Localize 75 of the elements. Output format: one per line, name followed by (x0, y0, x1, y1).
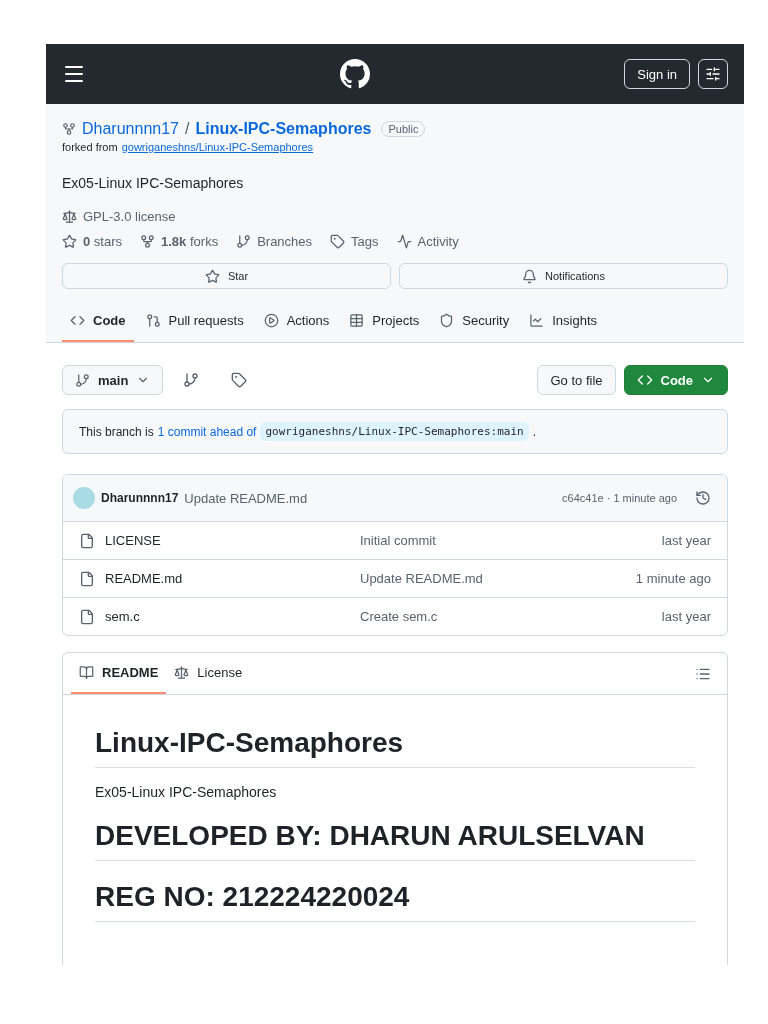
tag-icon (231, 372, 248, 388)
fork-icon (140, 234, 156, 249)
readme-paragraph: Ex05-Linux IPC-Semaphores (95, 784, 278, 800)
file-name-link[interactable]: README.md (105, 571, 183, 586)
repo-tab[interactable]: Projects (341, 303, 428, 342)
repo-tab[interactable]: Pull requests (137, 303, 252, 342)
path-separator: / (184, 120, 190, 138)
period-text: . (532, 424, 537, 439)
file-commit-time: last year (661, 609, 711, 624)
file-commit-message[interactable]: Update README.md (360, 571, 636, 586)
repo-tab[interactable]: Code (62, 303, 134, 342)
sliders-icon (705, 66, 721, 82)
notifications-button[interactable]: Notifications (399, 263, 728, 289)
repo-name-link[interactable]: Linux-IPC-Semaphores (195, 120, 372, 138)
repo-tab[interactable]: Security (431, 303, 518, 342)
shield-icon (439, 313, 455, 328)
history-icon[interactable] (695, 490, 711, 506)
file-name-link[interactable]: sem.c (105, 609, 140, 624)
star-icon (204, 268, 220, 284)
repo-tab[interactable]: Insights (521, 303, 606, 342)
fork-icon (62, 122, 76, 136)
readme-tab[interactable]: License (166, 653, 251, 694)
scale-icon (174, 665, 190, 680)
readme-heading: DEVELOPED BY: DHARUN ARULSELVAN (95, 820, 695, 861)
file-icon (79, 608, 95, 625)
book-icon (79, 665, 94, 680)
repo-description: Ex05-Linux IPC-Semaphores (62, 175, 245, 191)
pull-request-icon (145, 313, 161, 328)
branch-selector[interactable]: main (62, 365, 164, 395)
branch-icon (183, 372, 200, 388)
repo-tab[interactable]: Actions (255, 303, 338, 342)
table-icon (349, 313, 365, 328)
file-name-link[interactable]: LICENSE (105, 533, 161, 548)
bell-icon (522, 268, 538, 284)
readme-title: Linux-IPC-Semaphores (95, 727, 695, 768)
star-button[interactable]: Star (62, 263, 391, 289)
fork-source-link[interactable]: gowriganeshns/Linux-IPC-Semaphores (121, 141, 314, 153)
readme-tab[interactable]: README (71, 653, 167, 694)
file-commit-time: last year (661, 533, 711, 548)
branch-status-text: This branch is (79, 424, 154, 439)
commit-author[interactable]: Dharunnnn17 (101, 491, 179, 505)
scale-icon (62, 209, 77, 224)
code-button[interactable]: Code (623, 365, 728, 395)
avatar (73, 487, 95, 509)
commit-meta[interactable]: c64c41e · 1 minute ago (562, 492, 677, 504)
graph-icon (529, 313, 545, 328)
commit-message[interactable]: Update README.md (184, 490, 308, 506)
license-link[interactable]: GPL-3.0 license (83, 209, 176, 224)
sign-in-button[interactable]: Sign in (624, 59, 690, 89)
branch-icon (75, 372, 90, 388)
readme-heading: REG NO: 212224220024 (95, 881, 695, 922)
stat-link[interactable]: Activity (417, 234, 459, 249)
owner-link[interactable]: Dharunnnn17 (82, 120, 179, 138)
play-icon (263, 313, 279, 328)
branch-icon (236, 234, 252, 249)
stat-link[interactable]: 1.8k forks (161, 234, 219, 249)
octocat-logo-icon[interactable] (340, 59, 371, 89)
code-icon (70, 313, 85, 328)
file-commit-message[interactable]: Initial commit (360, 533, 662, 548)
stat-link[interactable]: 0 stars (83, 234, 123, 249)
settings-button[interactable] (698, 59, 728, 89)
commits-ahead-link[interactable]: 1 commit ahead of (157, 424, 257, 439)
file-icon (79, 570, 95, 587)
stat-link[interactable]: Branches (257, 234, 313, 249)
go-to-file-button[interactable]: Go to file (537, 365, 616, 395)
upstream-ref: gowriganeshns/Linux-IPC-Semaphores:main (260, 422, 529, 441)
file-icon (79, 532, 95, 549)
stat-link[interactable]: Tags (351, 234, 379, 249)
forked-from-label: forked from (62, 141, 118, 153)
file-commit-message[interactable]: Create sem.c (360, 609, 662, 624)
pulse-icon (396, 234, 412, 249)
file-commit-time: 1 minute ago (635, 571, 711, 586)
code-icon (636, 372, 653, 388)
star-icon (62, 234, 77, 249)
tag-icon (330, 234, 346, 249)
